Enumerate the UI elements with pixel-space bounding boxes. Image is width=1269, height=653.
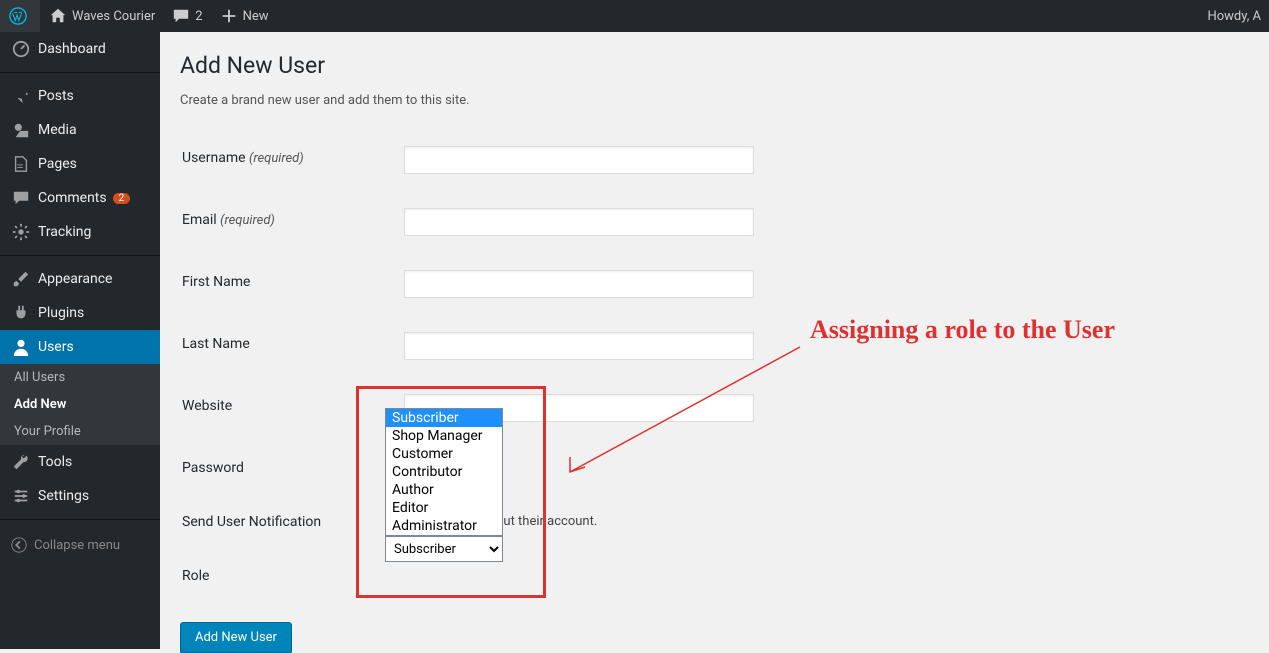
wordpress-icon xyxy=(9,7,27,25)
users-submenu: All Users Add New Your Profile xyxy=(0,364,160,445)
sidebar-item-comments[interactable]: Comments 2 xyxy=(0,181,160,215)
notification-label: Send User Notification xyxy=(182,494,402,546)
sidebar-item-media[interactable]: Media xyxy=(0,113,160,147)
comments-link[interactable]: 2 xyxy=(163,0,210,32)
pin-icon xyxy=(12,87,30,105)
comment-count-badge: 2 xyxy=(113,193,131,204)
role-option-author[interactable]: Author xyxy=(386,481,502,499)
media-icon xyxy=(12,121,30,139)
sidebar-label: Tools xyxy=(38,454,72,470)
role-option-shop-manager[interactable]: Shop Manager xyxy=(386,427,502,445)
collapse-label: Collapse menu xyxy=(34,538,120,553)
role-option-contributor[interactable]: Contributor xyxy=(386,463,502,481)
wp-logo[interactable] xyxy=(0,0,40,32)
sidebar-item-posts[interactable]: Posts xyxy=(0,79,160,113)
sidebar-item-dashboard[interactable]: Dashboard xyxy=(0,32,160,66)
collapse-icon xyxy=(10,536,28,554)
plus-icon xyxy=(220,7,238,25)
sidebar-label: Pages xyxy=(38,156,77,172)
site-name: Waves Courier xyxy=(72,9,155,24)
role-option-editor[interactable]: Editor xyxy=(386,499,502,517)
sidebar-label: Settings xyxy=(38,488,89,504)
brush-icon xyxy=(12,270,30,288)
comment-icon xyxy=(172,7,190,25)
plug-icon xyxy=(12,304,30,322)
sliders-icon xyxy=(12,487,30,505)
site-name-link[interactable]: Waves Courier xyxy=(40,0,163,32)
username-label: Username (required) xyxy=(182,130,402,190)
username-input[interactable] xyxy=(404,146,754,174)
comment-icon xyxy=(12,189,30,207)
sidebar-item-appearance[interactable]: Appearance xyxy=(0,262,160,296)
sidebar-label: Users xyxy=(38,339,74,355)
role-option-administrator[interactable]: Administrator xyxy=(386,517,502,535)
sidebar-item-tracking[interactable]: Tracking xyxy=(0,215,160,249)
add-user-button[interactable]: Add New User xyxy=(180,622,292,653)
sidebar-label: Tracking xyxy=(38,224,91,240)
sidebar-label: Appearance xyxy=(38,271,112,287)
last-name-input[interactable] xyxy=(404,332,754,360)
sidebar-label: Dashboard xyxy=(38,41,106,57)
sidebar-item-settings[interactable]: Settings xyxy=(0,479,160,513)
password-label: Password xyxy=(182,440,402,492)
page-icon xyxy=(12,155,30,173)
user-form: Username (required) Email (required) Fir… xyxy=(180,128,1249,602)
wrench-icon xyxy=(12,453,30,471)
main-content: Add New User Create a brand new user and… xyxy=(160,32,1269,649)
collapse-menu[interactable]: Collapse menu xyxy=(0,526,160,564)
dashboard-icon xyxy=(12,40,30,58)
sidebar-item-plugins[interactable]: Plugins xyxy=(0,296,160,330)
role-option-subscriber[interactable]: Subscriber xyxy=(386,409,502,427)
email-input[interactable] xyxy=(404,208,754,236)
howdy-text: Howdy, A xyxy=(1207,9,1261,24)
home-icon xyxy=(49,7,67,25)
role-options-list[interactable]: Subscriber Shop Manager Customer Contrib… xyxy=(385,408,503,536)
submenu-add-new[interactable]: Add New xyxy=(0,391,160,418)
sidebar-item-tools[interactable]: Tools xyxy=(0,445,160,479)
role-select[interactable]: Subscriber xyxy=(385,536,503,562)
submenu-your-profile[interactable]: Your Profile xyxy=(0,418,160,445)
first-name-input[interactable] xyxy=(404,270,754,298)
user-icon xyxy=(12,338,30,356)
admin-sidebar: Dashboard Posts Media Pages Comments 2 T… xyxy=(0,32,160,649)
submenu-all-users[interactable]: All Users xyxy=(0,364,160,391)
sidebar-label: Plugins xyxy=(38,305,84,321)
email-label: Email (required) xyxy=(182,192,402,252)
role-label: Role xyxy=(182,548,402,600)
first-name-label: First Name xyxy=(182,254,402,314)
page-title: Add New User xyxy=(180,52,1249,79)
gear-icon xyxy=(12,223,30,241)
page-description: Create a brand new user and add them to … xyxy=(180,93,1249,108)
sidebar-label: Posts xyxy=(38,88,74,104)
new-label: New xyxy=(243,9,269,24)
howdy-account[interactable]: Howdy, A xyxy=(1199,0,1269,32)
annotation-text: Assigning a role to the User xyxy=(810,315,1115,345)
sidebar-item-pages[interactable]: Pages xyxy=(0,147,160,181)
comments-count: 2 xyxy=(195,9,202,24)
sidebar-label: Media xyxy=(38,122,77,138)
website-label: Website xyxy=(182,378,402,438)
last-name-label: Last Name xyxy=(182,316,402,376)
admin-toolbar: Waves Courier 2 New Howdy, A xyxy=(0,0,1269,32)
new-content-link[interactable]: New xyxy=(211,0,277,32)
sidebar-item-users[interactable]: Users xyxy=(0,330,160,364)
role-option-customer[interactable]: Customer xyxy=(386,445,502,463)
sidebar-label: Comments xyxy=(38,190,107,206)
